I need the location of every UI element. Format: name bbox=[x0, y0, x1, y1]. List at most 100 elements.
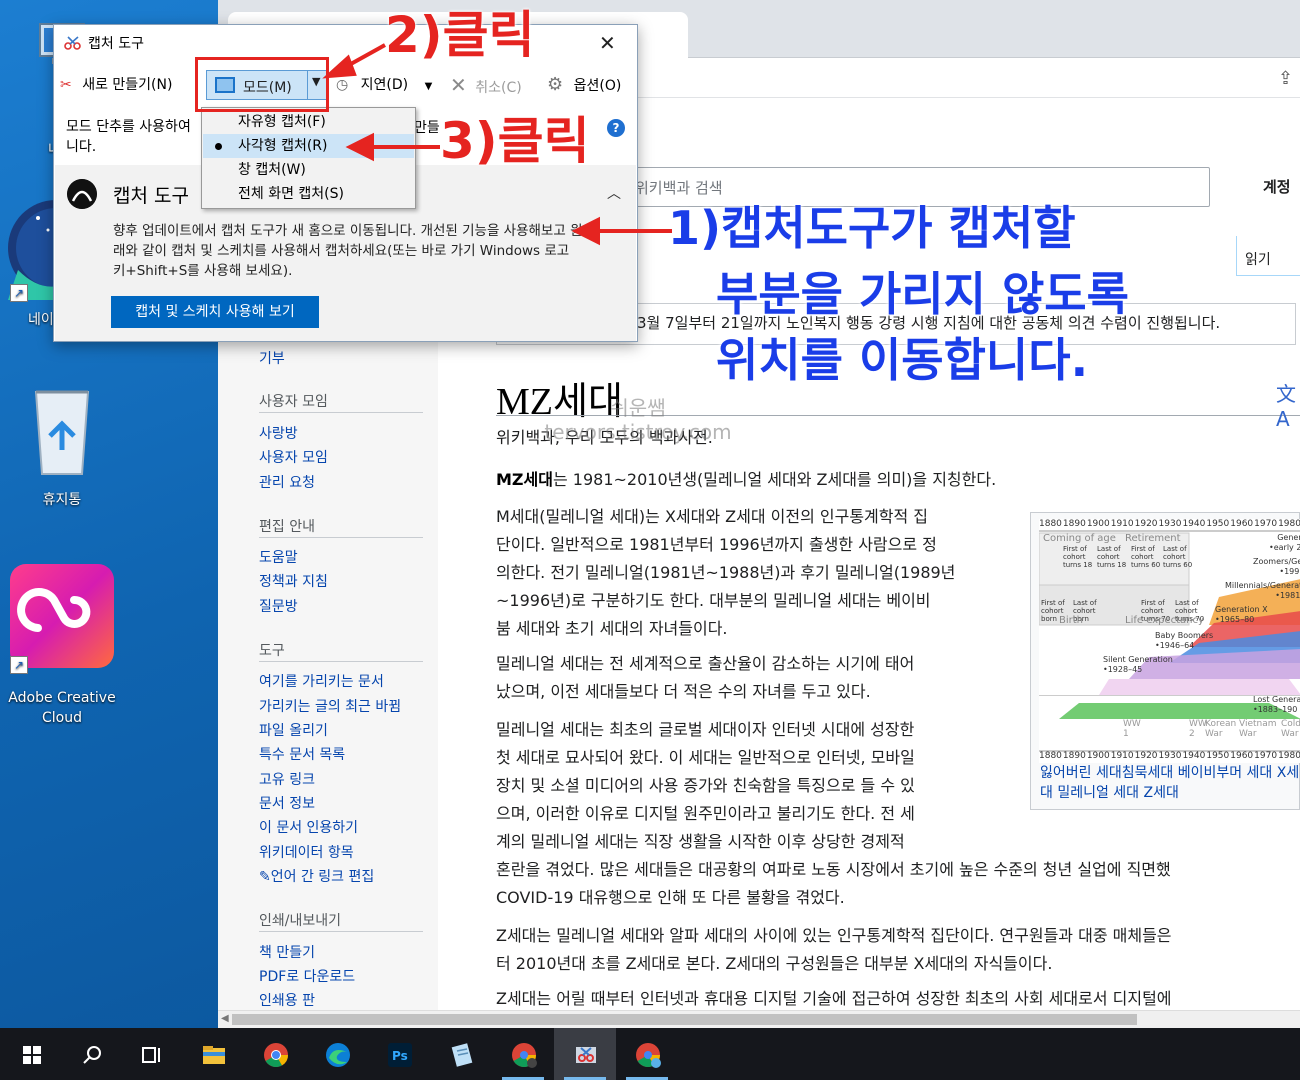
account-link[interactable]: 계정 bbox=[1263, 176, 1291, 197]
scissors-icon bbox=[64, 36, 81, 50]
axis-tick: 1960 bbox=[1230, 751, 1254, 761]
notice-body: 향후 업데이트에서 캡처 도구가 새 홈으로 이동됩니다. 개선된 기능을 사용… bbox=[113, 223, 583, 279]
axis-tick: 1910 bbox=[1110, 751, 1134, 761]
axis-tick: 1980 bbox=[1278, 751, 1300, 761]
new-snip-button[interactable]: ✂ 새로 만들기(N) bbox=[60, 71, 172, 99]
sidebar-item-book[interactable]: 책 만들기 bbox=[259, 942, 315, 962]
snipping-tool-icon bbox=[576, 1047, 596, 1063]
sidebar-item-help[interactable]: 도움말 bbox=[259, 547, 298, 567]
sidebar-item-community[interactable]: 사용자 모임 bbox=[259, 447, 328, 467]
start-button[interactable] bbox=[0, 1028, 62, 1080]
taskbar-photoshop[interactable]: Ps bbox=[368, 1028, 430, 1080]
delay-label: 지연(D) bbox=[360, 77, 409, 93]
sidebar-item-permalink[interactable]: 고유 링크 bbox=[259, 769, 315, 789]
sidebar-link-donate[interactable]: 기부 bbox=[259, 348, 285, 368]
search-icon bbox=[83, 1046, 101, 1064]
sidebar-item-questions[interactable]: 질문방 bbox=[259, 596, 298, 616]
axis-tick: 1920 bbox=[1134, 751, 1158, 761]
scrollbar-thumb[interactable] bbox=[232, 1014, 1137, 1025]
sidebar-item-cite[interactable]: 이 문서 인용하기 bbox=[259, 817, 358, 837]
new-snip-label: 새로 만들기(N) bbox=[82, 77, 173, 93]
figure-label: Baby Boomers •1946–64 bbox=[1155, 631, 1214, 650]
menu-item-freeform[interactable]: 자유형 캡처(F) bbox=[203, 110, 414, 134]
figure-label: Last of cohort turns 60 bbox=[1163, 545, 1193, 569]
sidebar-item-village-pump[interactable]: 사랑방 bbox=[259, 423, 298, 443]
sidebar-section-tools: 도구 bbox=[259, 643, 285, 659]
tab-read[interactable]: 읽기 bbox=[1236, 236, 1300, 276]
search-placeholder: 위키백과 검색 bbox=[635, 179, 723, 197]
paragraph-4: Z세대는 밀레니얼 세대와 알파 세대의 사이에 있는 인구통계학적 집단이다.… bbox=[496, 922, 1172, 978]
recycle-bin-icon bbox=[34, 390, 90, 475]
adobe-creative-cloud-icon bbox=[10, 564, 114, 668]
sidebar-item-page-info[interactable]: 문서 정보 bbox=[259, 793, 315, 813]
axis-tick: 1940 bbox=[1182, 751, 1206, 761]
bold-term: MZ세대 bbox=[496, 470, 553, 489]
options-label: 옵션(O) bbox=[573, 78, 622, 94]
sidebar-item-edit-interlanguage[interactable]: ✎언어 간 링크 편집 bbox=[259, 866, 374, 886]
sidebar-section-help: 편집 안내 bbox=[259, 519, 315, 535]
edge-icon bbox=[326, 1043, 350, 1067]
paragraph-line: 혼란을 겪었다. 많은 세대들은 대공황의 여파로 노동 시장에서 초기에 높은… bbox=[496, 860, 1171, 879]
axis-tick: 1960 bbox=[1230, 519, 1254, 529]
sidebar-item-pdf[interactable]: PDF로 다운로드 bbox=[259, 966, 355, 986]
horizontal-scrollbar[interactable]: ◀ bbox=[218, 1010, 1300, 1028]
chevron-up-icon[interactable]: ︿ bbox=[607, 183, 621, 203]
sidebar-section-community: 사용자 모임 bbox=[259, 394, 328, 410]
try-snip-sketch-button[interactable]: 캡처 및 스케치 사용해 보기 bbox=[111, 296, 319, 328]
share-icon[interactable]: ⇪ bbox=[1278, 68, 1298, 89]
language-icon[interactable]: 文A bbox=[1276, 378, 1300, 431]
window-title: 캡처 도구 bbox=[88, 36, 144, 52]
axis-tick: 1920 bbox=[1134, 519, 1158, 529]
intro-text: 는 1981~2010년생(밀레니얼 세대와 Z세대를 의미)을 지칭한다. bbox=[552, 470, 997, 489]
sidebar-item-policy[interactable]: 정책과 지침 bbox=[259, 571, 328, 591]
taskbar-chrome-profile2[interactable] bbox=[616, 1028, 678, 1080]
menu-item-window[interactable]: 창 캡처(W) bbox=[203, 158, 414, 182]
menu-item-rectangle[interactable]: 사각형 캡처(R) bbox=[203, 134, 414, 158]
paragraph-line: 터 2010년대 초를 Z세대로 본다. Z세대의 구성원들은 대부분 X세대의… bbox=[496, 954, 1053, 973]
help-text-fragment: 만들 bbox=[414, 120, 440, 136]
taskbar-file-explorer[interactable] bbox=[182, 1028, 244, 1080]
generations-timeline-image[interactable]: 1880 1890 1900 1910 1920 1930 1940 1950 … bbox=[1038, 519, 1300, 763]
cancel-button[interactable]: ✕ 취소(C) bbox=[450, 71, 522, 99]
chevron-down-icon[interactable]: ▼ bbox=[425, 81, 433, 92]
sidebar-item-related-changes[interactable]: 가리키는 글의 최근 바뀜 bbox=[259, 696, 401, 716]
figure-axis-bottom: 1880 1890 1900 1910 1920 1930 1940 1950 … bbox=[1039, 751, 1300, 761]
figure-caption[interactable]: 잃어버린 세대침묵세대 베이비부머 세대 X세대 밀레니얼 세대 Z세대 bbox=[1040, 763, 1300, 803]
sidebar-item-what-links-here[interactable]: 여기를 가리키는 문서 bbox=[259, 671, 384, 691]
taskbar-chrome-profile[interactable] bbox=[492, 1028, 554, 1080]
menu-item-label: 사각형 캡처(R) bbox=[238, 138, 328, 154]
taskbar-edge[interactable] bbox=[306, 1028, 368, 1080]
paragraph-2: 밀레니얼 세대는 전 세계적으로 출산율이 감소하는 시기에 태어 났으며, 이… bbox=[496, 650, 914, 706]
cancel-x-icon: ✕ bbox=[450, 73, 467, 97]
options-button[interactable]: ⚙ 옵션(O) bbox=[547, 71, 621, 99]
desktop-icon-label: Adobe Creative Cloud bbox=[8, 690, 116, 726]
sidebar-separator bbox=[259, 412, 423, 413]
axis-tick: 1890 bbox=[1062, 751, 1086, 761]
sidebar-item-upload[interactable]: 파일 올리기 bbox=[259, 720, 328, 740]
sidebar-item-printable[interactable]: 인쇄용 판 bbox=[259, 990, 315, 1010]
sidebar-item-special-pages[interactable]: 특수 문서 목록 bbox=[259, 744, 345, 764]
scroll-left-icon[interactable]: ◀ bbox=[221, 1013, 229, 1024]
task-view-button[interactable] bbox=[120, 1028, 182, 1080]
taskbar-chrome[interactable] bbox=[244, 1028, 306, 1080]
figure-label: Genera •early 20 bbox=[1269, 533, 1300, 552]
menu-item-fullscreen[interactable]: 전체 화면 캡처(S) bbox=[203, 182, 414, 206]
axis-tick: 1970 bbox=[1254, 751, 1278, 761]
axis-tick: 1980 bbox=[1278, 519, 1300, 529]
sidebar-item-admin-request[interactable]: 관리 요청 bbox=[259, 472, 315, 492]
desktop-icon-recycle-bin[interactable]: 휴지통 bbox=[8, 380, 116, 510]
taskbar-notepad[interactable] bbox=[430, 1028, 492, 1080]
figure-axis-top: 1880 1890 1900 1910 1920 1930 1940 1950 … bbox=[1039, 519, 1300, 529]
desktop-icon-adobe-cc[interactable]: ↗ Adobe Creative Cloud bbox=[8, 562, 116, 728]
annotation-step3: 3)클릭 bbox=[440, 112, 590, 170]
delay-button[interactable]: ◷ 지연(D) ▼ bbox=[336, 71, 432, 99]
axis-tick: 1950 bbox=[1206, 519, 1230, 529]
sidebar-item-wikidata[interactable]: 위키데이터 항목 bbox=[259, 842, 354, 862]
figure-label: Coming of age bbox=[1043, 533, 1116, 544]
desktop-icon-whale[interactable]: ↗ 네이 bbox=[8, 190, 104, 328]
close-icon[interactable]: ✕ bbox=[599, 31, 616, 55]
file-explorer-icon bbox=[203, 1046, 225, 1064]
taskbar-snipping-tool[interactable] bbox=[554, 1028, 616, 1080]
search-button[interactable] bbox=[60, 1028, 122, 1080]
help-icon[interactable]: ? bbox=[607, 119, 625, 137]
